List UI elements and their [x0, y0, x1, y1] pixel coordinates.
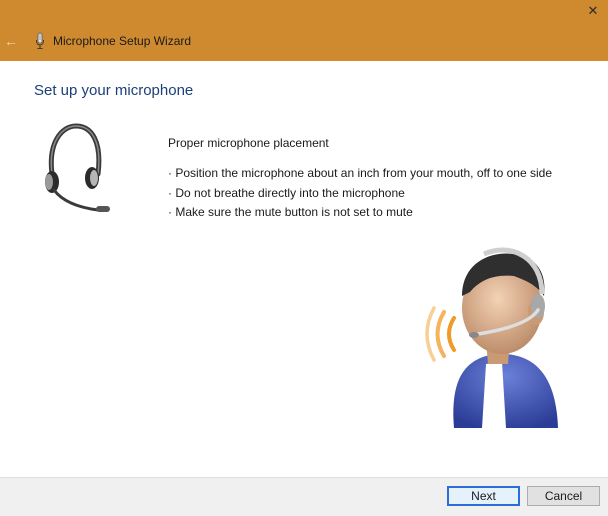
placement-heading: Proper microphone placement: [168, 136, 329, 150]
list-item: · Position the microphone about an inch …: [168, 166, 552, 180]
title-bar: ← Microphone Setup Wizard ✕: [0, 0, 608, 61]
placement-tips-list: · Position the microphone about an inch …: [168, 166, 552, 225]
close-icon[interactable]: ✕: [578, 0, 608, 22]
window-title: Microphone Setup Wizard: [53, 34, 192, 48]
cancel-button[interactable]: Cancel: [527, 486, 600, 506]
list-item: · Make sure the mute button is not set t…: [168, 205, 413, 219]
microphone-icon: [36, 32, 44, 49]
next-button[interactable]: Next: [447, 486, 520, 506]
back-arrow-icon[interactable]: ←: [2, 32, 20, 50]
list-item: · Do not breathe directly into the micro…: [168, 185, 405, 200]
person-with-headset-illustration: [425, 247, 558, 428]
headset-icon: [45, 123, 110, 212]
page-title: Set up your microphone: [34, 82, 194, 99]
